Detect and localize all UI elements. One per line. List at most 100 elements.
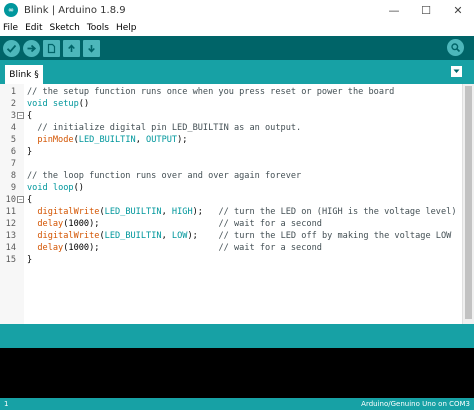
code-token: }: [27, 255, 33, 265]
status-line-number: 1: [4, 400, 9, 408]
code-text: digitalWrite(LED_BUILTIN, HIGH); // turn…: [27, 206, 456, 218]
code-line[interactable]: 14 delay(1000); // wait for a second: [0, 242, 462, 254]
fold-toggle-icon[interactable]: −: [17, 112, 24, 119]
code-line[interactable]: 4 // initialize digital pin LED_BUILTIN …: [0, 122, 462, 134]
tab-bar: Blink §: [0, 60, 474, 84]
code-token: void: [27, 99, 48, 109]
upload-button[interactable]: [23, 39, 40, 57]
code-token: void: [27, 183, 48, 193]
code-token: setup: [52, 99, 79, 109]
code-text: // initialize digital pin LED_BUILTIN as…: [27, 122, 301, 134]
code-line[interactable]: 5 pinMode(LED_BUILTIN, OUTPUT);: [0, 134, 462, 146]
code-area[interactable]: 1 // the setup function runs once when yo…: [0, 84, 462, 324]
file-icon: [47, 43, 56, 53]
code-token: );: [192, 207, 219, 217]
code-line[interactable]: 8 // the loop function runs over and over…: [0, 170, 462, 182]
menu-edit[interactable]: Edit: [25, 23, 42, 33]
arduino-logo-icon: ∞: [4, 3, 18, 17]
code-token: OUTPUT: [146, 135, 178, 145]
check-icon: [6, 44, 17, 53]
console-output: [0, 348, 474, 398]
code-text: }: [27, 254, 32, 266]
code-token: LED_BUILTIN: [104, 231, 162, 241]
line-number: 1: [10, 87, 16, 97]
code-line[interactable]: 10−{: [0, 194, 462, 206]
menu-help[interactable]: Help: [116, 23, 137, 33]
verify-button[interactable]: [3, 39, 20, 57]
code-editor[interactable]: 1 // the setup function runs once when yo…: [0, 84, 474, 324]
code-token: LED_BUILTIN: [78, 135, 136, 145]
scrollbar-thumb[interactable]: [465, 86, 472, 319]
code-token: // wait for a second: [218, 219, 322, 229]
code-line[interactable]: 15}: [0, 254, 462, 266]
line-number: 12: [5, 219, 16, 229]
fold-toggle-icon[interactable]: −: [17, 196, 24, 203]
vertical-scrollbar[interactable]: [462, 84, 474, 324]
code-token: pinMode: [37, 135, 74, 145]
new-button[interactable]: [43, 39, 60, 57]
code-token: // initialize digital pin LED_BUILTIN as…: [37, 123, 302, 133]
open-button[interactable]: [63, 39, 80, 57]
line-number: 5: [10, 135, 16, 145]
menu-tools[interactable]: Tools: [87, 23, 109, 33]
line-number: 6: [10, 147, 16, 157]
close-button[interactable]: ✕: [442, 0, 474, 20]
code-token: (1000);: [63, 219, 219, 229]
code-token: // wait for a second: [218, 243, 322, 253]
toolbar: [0, 36, 474, 60]
code-text: // the loop function runs over and over …: [27, 170, 301, 182]
window-title: Blink | Arduino 1.8.9: [24, 4, 126, 16]
code-text: delay(1000); // wait for a second: [27, 218, 322, 230]
line-number: 3: [10, 111, 16, 121]
code-token: delay: [37, 243, 64, 253]
line-number: 9: [10, 183, 16, 193]
minimize-button[interactable]: —: [378, 0, 410, 20]
tab-blink[interactable]: Blink §: [5, 65, 43, 84]
menu-sketch[interactable]: Sketch: [50, 23, 80, 33]
line-number: 4: [10, 123, 16, 133]
code-text: delay(1000); // wait for a second: [27, 242, 322, 254]
code-token: ,: [135, 135, 147, 145]
code-text: pinMode(LED_BUILTIN, OUTPUT);: [27, 134, 187, 146]
save-button[interactable]: [83, 39, 100, 57]
code-line[interactable]: 1 // the setup function runs once when yo…: [0, 86, 462, 98]
code-text: void setup(): [27, 98, 89, 110]
code-line[interactable]: 12 delay(1000); // wait for a second: [0, 218, 462, 230]
code-line[interactable]: 6}: [0, 146, 462, 158]
code-text: digitalWrite(LED_BUILTIN, LOW); // turn …: [27, 230, 451, 242]
arrow-down-icon: [88, 44, 95, 53]
code-token: (): [73, 183, 84, 193]
code-token: }: [27, 147, 33, 157]
serial-monitor-button[interactable]: [447, 39, 464, 56]
line-number: 2: [10, 99, 16, 109]
magnifier-icon: [451, 43, 461, 53]
code-token: {: [27, 195, 33, 205]
code-token: // the setup function runs once when you…: [27, 87, 395, 97]
code-text: // the setup function runs once when you…: [27, 86, 394, 98]
code-line[interactable]: 3−{: [0, 110, 462, 122]
menu-file[interactable]: File: [3, 23, 18, 33]
code-line[interactable]: 2 void setup(): [0, 98, 462, 110]
line-number: 15: [5, 255, 16, 265]
code-token: LED_BUILTIN: [104, 207, 162, 217]
code-line[interactable]: 11 digitalWrite(LED_BUILTIN, HIGH); // t…: [0, 206, 462, 218]
window-controls: — ☐ ✕: [378, 0, 474, 20]
line-number: 8: [10, 171, 16, 181]
arrow-right-icon: [27, 44, 37, 52]
code-token: // turn the LED off by making the voltag…: [218, 231, 452, 241]
maximize-button[interactable]: ☐: [410, 0, 442, 20]
arrow-up-icon: [68, 43, 75, 52]
code-line[interactable]: 9 void loop(): [0, 182, 462, 194]
code-token: loop: [52, 183, 74, 193]
title-bar: ∞ Blink | Arduino 1.8.9 — ☐ ✕: [0, 0, 474, 20]
code-line[interactable]: 13 digitalWrite(LED_BUILTIN, LOW); // tu…: [0, 230, 462, 242]
tab-menu-button[interactable]: [451, 66, 462, 77]
line-number: 7: [10, 159, 16, 169]
code-token: {: [27, 111, 33, 121]
code-line[interactable]: 7: [0, 158, 462, 170]
